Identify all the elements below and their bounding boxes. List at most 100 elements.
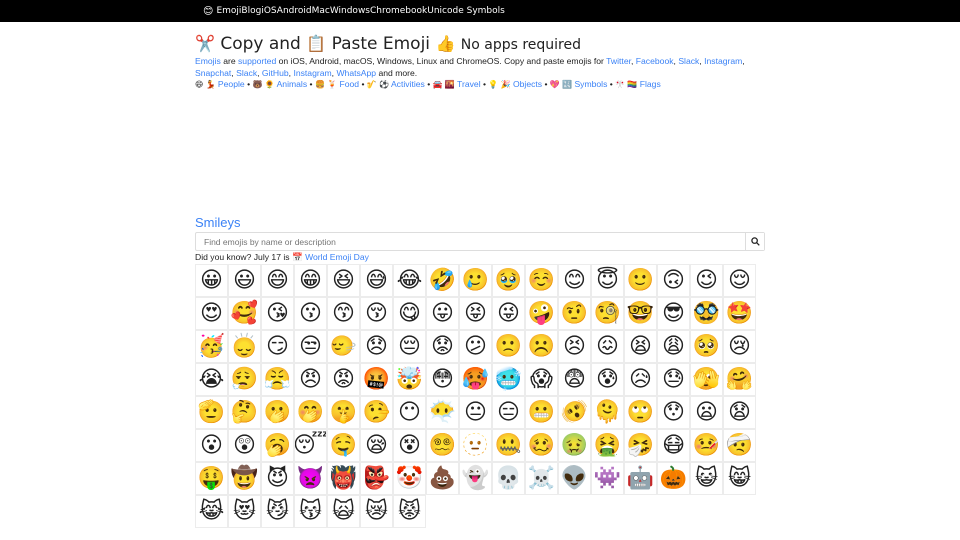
- emoji-cell[interactable]: 🫢: [261, 396, 294, 429]
- emoji-cell[interactable]: 😺: [690, 462, 723, 495]
- emoji-cell[interactable]: 😑: [492, 396, 525, 429]
- emoji-cell[interactable]: 😥: [624, 363, 657, 396]
- world-emoji-day-link[interactable]: World Emoji Day: [305, 252, 369, 262]
- emoji-cell[interactable]: 😮: [195, 429, 228, 462]
- emoji-cell[interactable]: 😢: [723, 330, 756, 363]
- emoji-cell[interactable]: 👿: [294, 462, 327, 495]
- emoji-cell[interactable]: 🥴: [525, 429, 558, 462]
- emoji-cell[interactable]: 🤨: [558, 297, 591, 330]
- emoji-cell[interactable]: 🙄: [624, 396, 657, 429]
- emoji-cell[interactable]: 😲: [228, 429, 261, 462]
- emoji-cell[interactable]: 🙀: [327, 495, 360, 528]
- nav-link-android[interactable]: Android: [277, 6, 312, 16]
- emoji-cell[interactable]: 😓: [657, 363, 690, 396]
- emoji-cell[interactable]: 😸: [723, 462, 756, 495]
- emoji-cell[interactable]: 🤤: [327, 429, 360, 462]
- emoji-cell[interactable]: 😒: [294, 330, 327, 363]
- emoji-cell[interactable]: 🥱: [261, 429, 294, 462]
- emoji-cell[interactable]: 😱: [525, 363, 558, 396]
- emoji-cell[interactable]: 🙂: [624, 264, 657, 297]
- emoji-cell[interactable]: 🤬: [360, 363, 393, 396]
- emoji-cell[interactable]: 😴: [294, 429, 327, 462]
- emoji-cell[interactable]: 😇: [591, 264, 624, 297]
- emoji-cell[interactable]: 😊: [558, 264, 591, 297]
- app-link-snapchat[interactable]: Snapchat: [195, 68, 231, 78]
- emoji-cell[interactable]: 😛: [426, 297, 459, 330]
- category-link-travel[interactable]: Travel: [457, 79, 481, 89]
- emoji-cell[interactable]: 🤐: [492, 429, 525, 462]
- emoji-cell[interactable]: 🤗: [723, 363, 756, 396]
- emoji-cell[interactable]: 😰: [591, 363, 624, 396]
- smiley-logo-icon[interactable]: 😊: [203, 6, 213, 17]
- emoji-cell[interactable]: 🥹: [492, 264, 525, 297]
- emoji-cell[interactable]: 😝: [459, 297, 492, 330]
- emoji-cell[interactable]: 😨: [558, 363, 591, 396]
- emoji-cell[interactable]: 😤: [261, 363, 294, 396]
- app-link-facebook[interactable]: Facebook: [636, 56, 674, 66]
- emoji-cell[interactable]: 😫: [624, 330, 657, 363]
- category-link-objects[interactable]: Objects: [513, 79, 542, 89]
- emoji-cell[interactable]: 😵‍💫: [426, 429, 459, 462]
- emoji-cell[interactable]: 👽: [558, 462, 591, 495]
- emoji-cell[interactable]: 😜: [492, 297, 525, 330]
- emoji-cell[interactable]: 😭: [195, 363, 228, 396]
- emoji-cell[interactable]: 🤔: [228, 396, 261, 429]
- emoji-cell[interactable]: 😖: [591, 330, 624, 363]
- emoji-cell[interactable]: 😷: [657, 429, 690, 462]
- emoji-cell[interactable]: 😹: [195, 495, 228, 528]
- emoji-cell[interactable]: 😮‍💨: [228, 363, 261, 396]
- emoji-cell[interactable]: 🫥: [459, 429, 492, 462]
- emoji-cell[interactable]: 🥺: [690, 330, 723, 363]
- emoji-cell[interactable]: 😽: [294, 495, 327, 528]
- category-link-activities[interactable]: Activities: [391, 79, 425, 89]
- emoji-cell[interactable]: 😍: [195, 297, 228, 330]
- emoji-cell[interactable]: 🤓: [624, 297, 657, 330]
- search-button[interactable]: [745, 233, 764, 250]
- emoji-cell[interactable]: 🫨: [558, 396, 591, 429]
- category-link-people[interactable]: People: [218, 79, 245, 89]
- emoji-cell[interactable]: 🤣: [426, 264, 459, 297]
- emoji-cell[interactable]: 😶‍🌫️: [426, 396, 459, 429]
- emoji-cell[interactable]: 👻: [459, 462, 492, 495]
- emoji-cell[interactable]: 🤢: [558, 429, 591, 462]
- emoji-cell[interactable]: 🙁: [492, 330, 525, 363]
- nav-link-windows[interactable]: Windows: [330, 6, 370, 16]
- emoji-cell[interactable]: 😵: [393, 429, 426, 462]
- emoji-cell[interactable]: 🤠: [228, 462, 261, 495]
- emoji-cell[interactable]: 😆: [327, 264, 360, 297]
- emoji-cell[interactable]: 😗: [294, 297, 327, 330]
- emoji-cell[interactable]: 😻: [228, 495, 261, 528]
- emoji-cell[interactable]: 😏: [261, 330, 294, 363]
- emoji-cell[interactable]: 😩: [657, 330, 690, 363]
- emoji-cell[interactable]: 😡: [327, 363, 360, 396]
- emoji-cell[interactable]: 😿: [360, 495, 393, 528]
- nav-link-blog[interactable]: Blog: [241, 6, 261, 16]
- emoji-cell[interactable]: 🎃: [657, 462, 690, 495]
- emoji-cell[interactable]: 😬: [525, 396, 558, 429]
- emoji-cell[interactable]: 😯: [657, 396, 690, 429]
- supported-link[interactable]: supported: [238, 56, 276, 66]
- emoji-cell[interactable]: 😳: [426, 363, 459, 396]
- emoji-cell[interactable]: ☹️: [525, 330, 558, 363]
- emoji-cell[interactable]: 😀: [195, 264, 228, 297]
- emoji-cell[interactable]: 😈: [261, 462, 294, 495]
- emoji-cell[interactable]: ☠️: [525, 462, 558, 495]
- emoji-cell[interactable]: 🤯: [393, 363, 426, 396]
- emoji-cell[interactable]: 😣: [558, 330, 591, 363]
- app-link-instagram[interactable]: Instagram: [293, 68, 331, 78]
- emoji-cell[interactable]: 👾: [591, 462, 624, 495]
- emoji-cell[interactable]: 🤖: [624, 462, 657, 495]
- category-link-flags[interactable]: Flags: [640, 79, 661, 89]
- emoji-cell[interactable]: 🥲: [459, 264, 492, 297]
- emoji-cell[interactable]: 🤡: [393, 462, 426, 495]
- emoji-cell[interactable]: 🤥: [360, 396, 393, 429]
- emoji-cell[interactable]: 😅: [360, 264, 393, 297]
- emoji-cell[interactable]: 🤑: [195, 462, 228, 495]
- emoji-cell[interactable]: 🧐: [591, 297, 624, 330]
- emoji-cell[interactable]: 😃: [228, 264, 261, 297]
- emoji-cell[interactable]: ☺️: [525, 264, 558, 297]
- emoji-cell[interactable]: 😉: [690, 264, 723, 297]
- emoji-cell[interactable]: 🥵: [459, 363, 492, 396]
- emoji-cell[interactable]: 💀: [492, 462, 525, 495]
- emoji-cell[interactable]: 🤭: [294, 396, 327, 429]
